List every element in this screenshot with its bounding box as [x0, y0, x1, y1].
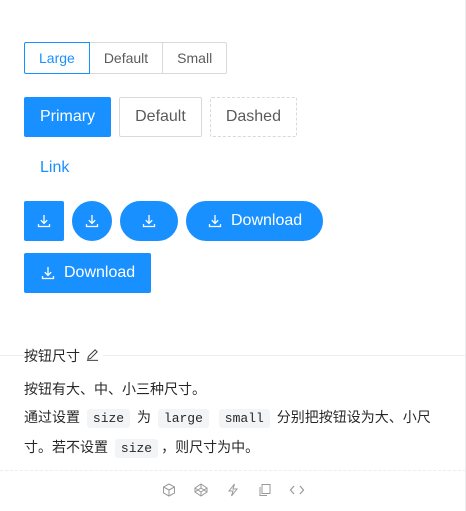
download-icon [208, 215, 222, 228]
code-size: size [86, 409, 131, 428]
download-square-button[interactable] [24, 201, 64, 241]
download-round-button[interactable] [120, 201, 178, 241]
download-text-button[interactable]: Download [24, 253, 152, 293]
desc-text: 为 [137, 409, 151, 425]
download-circle-button[interactable] [72, 201, 112, 241]
dashed-button[interactable]: Dashed [209, 97, 297, 137]
edit-icon[interactable] [86, 348, 99, 364]
default-button[interactable]: Default [119, 97, 202, 137]
size-radio-group: Large Default Small [24, 42, 444, 74]
meta-title: 按钮尺寸 [24, 346, 103, 366]
meta-title-text: 按钮尺寸 [24, 348, 80, 364]
button-row-icons: Download [24, 201, 331, 241]
size-option-small[interactable]: Small [162, 42, 228, 74]
button-size-demo: Large Default Small Primary Default Dash… [24, 42, 444, 293]
size-option-large[interactable]: Large [24, 42, 90, 74]
download-round-text-button[interactable]: Download [186, 201, 324, 241]
download-icon [85, 215, 99, 228]
download-icon [142, 215, 156, 228]
link-button[interactable]: Link [24, 148, 85, 188]
meta-description: 按钮有大、中、小三种尺寸。 通过设置 size 为 large small 分别… [24, 375, 434, 463]
desc-paragraph-2: 通过设置 size 为 large small 分别把按钮设为大、小尺寸。若不设… [24, 403, 434, 463]
download-icon [41, 267, 55, 280]
button-row-link: Link [24, 148, 93, 188]
download-icon [37, 215, 51, 228]
code-large: large [157, 409, 209, 428]
primary-button[interactable]: Primary [24, 97, 112, 137]
actions-divider [0, 470, 466, 471]
code-box-actions [0, 480, 466, 500]
codepen-icon[interactable] [193, 480, 209, 500]
desc-text: 通过设置 [24, 409, 80, 425]
code-icon[interactable] [289, 480, 305, 500]
download-label: Download [64, 264, 136, 281]
size-option-default[interactable]: Default [88, 42, 164, 74]
download-label: Download [231, 212, 303, 229]
button-row-download: Download [24, 253, 159, 293]
codesandbox-icon[interactable] [161, 480, 177, 500]
desc-text: ，则尺寸为中。 [161, 439, 260, 455]
thunderbolt-icon[interactable] [225, 480, 241, 500]
code-small: small [218, 409, 270, 428]
button-row-types: Primary Default Dashed [24, 97, 305, 137]
copy-icon[interactable] [257, 480, 273, 500]
desc-line-1: 按钮有大、中、小三种尺寸。 [24, 381, 206, 397]
code-size: size [114, 439, 159, 458]
